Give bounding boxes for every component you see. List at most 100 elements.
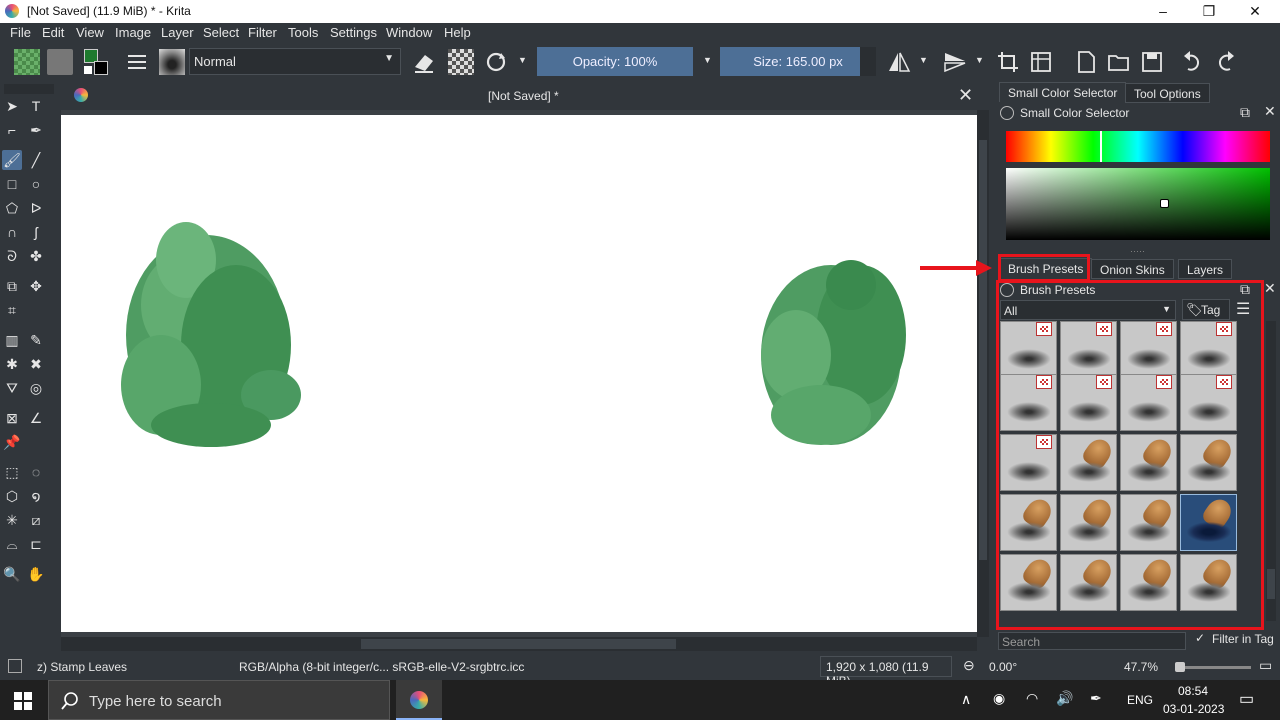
zoom-mode-icon[interactable]: ▭ <box>1259 657 1272 674</box>
polygon-tool-icon[interactable]: ⬠ <box>2 198 22 218</box>
color-cursor[interactable] <box>1160 199 1169 208</box>
assistant-tool-icon[interactable]: ⊠ <box>2 408 22 428</box>
polygonal-selection-tool-icon[interactable]: ⬡ <box>2 486 22 506</box>
gradient-pattern-icon[interactable] <box>14 49 40 75</box>
tab-tool-options[interactable]: Tool Options <box>1125 83 1210 103</box>
zoom-tool-icon[interactable]: 🔍 <box>2 564 22 584</box>
reload-preset-icon[interactable] <box>483 49 509 75</box>
menu-layer[interactable]: Layer <box>161 25 194 40</box>
brush-settings-icon[interactable] <box>124 49 150 75</box>
zoom-slider[interactable] <box>1175 662 1251 672</box>
preset-grid-scrollbar[interactable] <box>1266 321 1276 621</box>
horizontal-scroll-thumb[interactable] <box>361 639 676 649</box>
pattern-icon[interactable] <box>47 49 73 75</box>
smart-patch-tool-icon[interactable]: ✖ <box>26 354 46 374</box>
canvas[interactable] <box>61 115 977 632</box>
menu-edit[interactable]: Edit <box>42 25 64 40</box>
canvas-vertical-scrollbar[interactable] <box>977 110 989 637</box>
calligraphy-tool-icon[interactable]: ✒ <box>26 120 46 140</box>
clock-date[interactable]: 03-01-2023 <box>1163 702 1224 716</box>
language-indicator[interactable]: ENG <box>1127 693 1153 707</box>
reference-images-tool-icon[interactable]: 📌 <box>2 432 22 452</box>
ellipse-tool-icon[interactable]: ○ <box>26 174 46 194</box>
crop-tool-icon[interactable]: ⌗ <box>2 300 22 320</box>
pan-tool-icon[interactable]: ✋ <box>26 564 46 584</box>
menu-image[interactable]: Image <box>115 25 151 40</box>
chevron-down-icon[interactable]: ▼ <box>518 55 527 65</box>
opacity-slider[interactable]: Opacity: 100% <box>537 47 693 76</box>
workspace-icon[interactable] <box>1028 49 1054 75</box>
polyline-tool-icon[interactable]: ᐅ <box>26 198 46 218</box>
notifications-icon[interactable]: ▭ <box>1239 689 1254 709</box>
transform-tool-icon[interactable]: ⧉ <box>2 276 22 296</box>
crop-icon[interactable] <box>995 49 1021 75</box>
minimize-button[interactable]: – <box>1140 0 1186 23</box>
tab-small-color-selector[interactable]: Small Color Selector <box>999 82 1127 102</box>
multibrush-tool-icon[interactable]: ✤ <box>26 246 46 266</box>
mirror-vertical-icon[interactable] <box>942 49 968 75</box>
volume-icon[interactable]: 🔊 <box>1056 690 1073 707</box>
close-docker-icon[interactable]: ✕ <box>1264 280 1276 297</box>
close-button[interactable]: ✕ <box>1232 0 1278 23</box>
close-docker-icon[interactable]: ✕ <box>1264 103 1276 120</box>
splitter-handle[interactable]: ····· <box>1130 246 1145 256</box>
blend-mode-select[interactable]: Normal ▼ <box>189 48 401 75</box>
gradient-tool-icon[interactable]: ▥ <box>2 330 22 350</box>
preserve-alpha-icon[interactable] <box>448 49 474 75</box>
rectangle-tool-icon[interactable]: □ <box>2 174 22 194</box>
zoom-slider-handle[interactable] <box>1175 662 1185 672</box>
pen-icon[interactable]: ✒ <box>1090 690 1102 707</box>
canvas-horizontal-scrollbar[interactable] <box>61 637 977 651</box>
enclose-fill-tool-icon[interactable]: ◎ <box>26 378 46 398</box>
menu-settings[interactable]: Settings <box>330 25 377 40</box>
redo-icon[interactable] <box>1212 49 1238 75</box>
save-icon[interactable] <box>1139 49 1165 75</box>
open-document-icon[interactable] <box>1106 49 1132 75</box>
menu-filter[interactable]: Filter <box>248 25 277 40</box>
bezier-selection-tool-icon[interactable]: ⌓ <box>2 534 22 554</box>
fill-tool-icon[interactable]: ⛛ <box>2 378 22 398</box>
rectangular-selection-tool-icon[interactable]: ⬚ <box>2 462 22 482</box>
clock-time[interactable]: 08:54 <box>1178 684 1208 698</box>
document-tab[interactable]: [Not Saved] * ✕ <box>61 80 977 110</box>
taskbar-search-box[interactable]: Type here to search <box>48 680 390 720</box>
foreground-background-color-icon[interactable] <box>84 49 110 75</box>
menu-file[interactable]: File <box>10 25 31 40</box>
select-shapes-tool-icon[interactable]: ➤ <box>2 96 22 116</box>
preset-scroll-thumb[interactable] <box>1267 569 1275 599</box>
similar-color-selection-tool-icon[interactable]: ⧄ <box>26 510 46 530</box>
line-tool-icon[interactable]: ╱ <box>26 150 46 170</box>
undo-icon[interactable] <box>1180 49 1206 75</box>
rotate-canvas-icon[interactable]: ⊖ <box>963 657 975 674</box>
color-picker-tool-icon[interactable]: ✎ <box>26 330 46 350</box>
freehand-path-tool-icon[interactable]: ʃ <box>26 222 46 242</box>
windows-start-icon[interactable] <box>14 692 32 710</box>
magnetic-selection-tool-icon[interactable]: ⊏ <box>26 534 46 554</box>
preset-search-input[interactable]: Search <box>998 632 1186 650</box>
wifi-icon[interactable]: ◠ <box>1026 690 1038 707</box>
chevron-down-icon[interactable]: ▼ <box>703 55 712 65</box>
move-tool-icon[interactable]: ✥ <box>26 276 46 296</box>
size-slider[interactable]: Size: 165.00 px <box>720 47 876 76</box>
meet-now-icon[interactable]: ◉ <box>993 690 1005 707</box>
eraser-icon[interactable] <box>411 49 437 75</box>
elliptical-selection-tool-icon[interactable]: ◌ <box>26 462 46 482</box>
contiguous-selection-tool-icon[interactable]: ✳ <box>2 510 22 530</box>
dynamic-brush-tool-icon[interactable]: ᘐ <box>2 246 22 266</box>
chevron-down-icon[interactable]: ▼ <box>919 55 928 65</box>
menu-help[interactable]: Help <box>444 25 471 40</box>
brush-preset-thumbnail-icon[interactable] <box>159 49 185 75</box>
menu-window[interactable]: Window <box>386 25 432 40</box>
saturation-value-box[interactable] <box>1006 168 1270 240</box>
mirror-horizontal-icon[interactable] <box>886 49 912 75</box>
freehand-brush-tool-icon[interactable]: 🖌 <box>2 150 22 170</box>
chevron-down-icon[interactable]: ▼ <box>975 55 984 65</box>
checkbox-checked-icon[interactable]: ✓ <box>1195 631 1205 645</box>
tab-onion-skins[interactable]: Onion Skins <box>1091 259 1174 279</box>
restore-button[interactable]: ❐ <box>1186 0 1232 23</box>
freehand-selection-tool-icon[interactable]: ໑ <box>26 486 46 506</box>
bezier-tool-icon[interactable]: ∩ <box>2 222 22 242</box>
float-docker-icon[interactable]: ⧉ <box>1240 104 1250 121</box>
hue-cursor[interactable] <box>1100 131 1102 162</box>
show-hidden-icons-icon[interactable]: ∧ <box>961 691 971 708</box>
